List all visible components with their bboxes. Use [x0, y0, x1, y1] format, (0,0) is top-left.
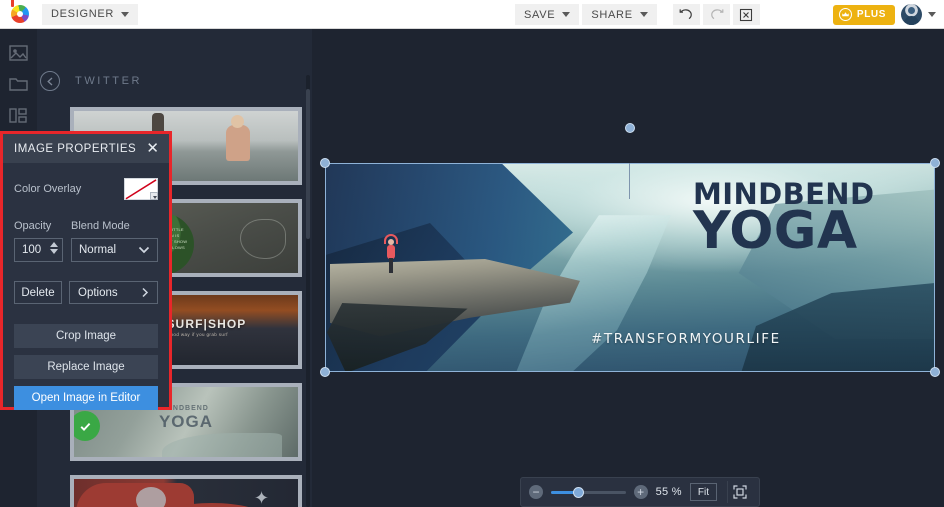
undo-arrow-icon — [679, 9, 692, 20]
designer-menu-label: DESIGNER — [51, 8, 115, 20]
image-properties-panel: IMAGE PROPERTIES ✕ Color Overlay Opacity… — [0, 131, 172, 410]
undo-button[interactable] — [672, 4, 700, 25]
zoom-out-button[interactable]: − — [529, 485, 543, 499]
zoom-slider-track[interactable] — [551, 486, 626, 498]
redo-arrow-icon — [710, 9, 724, 20]
resize-handle-bottom-right[interactable] — [930, 367, 940, 377]
account-chevron-down-icon[interactable] — [928, 12, 936, 17]
app-root: DESIGNER SAVE SHARE PLUS TWITTER LITTLE … — [0, 0, 944, 507]
folder-icon[interactable] — [8, 74, 29, 95]
stepper-down-icon[interactable] — [50, 249, 58, 254]
stepper-up-icon[interactable] — [50, 242, 58, 247]
redo-button[interactable] — [702, 4, 730, 25]
crown-badge-icon — [838, 8, 852, 21]
check-icon — [74, 411, 100, 441]
options-label: Options — [78, 286, 118, 299]
template-subtitle: YOGA — [158, 412, 214, 431]
delete-options-row: Delete Options — [3, 281, 169, 304]
blend-mode-label: Blend Mode — [71, 220, 130, 232]
opacity-value: 100 — [22, 244, 42, 256]
fit-screen-icon — [732, 485, 747, 499]
account-group: PLUS — [832, 4, 936, 25]
clear-canvas-button[interactable] — [732, 4, 760, 25]
share-label: SHARE — [591, 8, 633, 21]
banner-subtitle: YOGA — [693, 201, 858, 261]
sidebar-scrollbar-thumb[interactable] — [306, 89, 310, 239]
fit-button[interactable]: Fit — [689, 483, 717, 501]
blend-mode-select[interactable]: Normal — [71, 238, 158, 262]
replace-image-button[interactable]: Replace Image — [14, 355, 158, 379]
center-toolbar-group: SAVE SHARE — [515, 4, 760, 25]
zoom-toolbar: − + 55 % Fit — [520, 477, 760, 507]
user-avatar[interactable] — [901, 4, 922, 25]
image-properties-header: IMAGE PROPERTIES ✕ — [3, 134, 169, 163]
image-icon[interactable] — [8, 43, 29, 64]
banner-image-object[interactable]: MINDBEND YOGA #TRANSFORMYOURLIFE — [325, 163, 935, 372]
opacity-blend-labels: Opacity Blend Mode — [3, 220, 169, 232]
yoga-figure — [384, 234, 398, 273]
zoom-in-button[interactable]: + — [633, 485, 648, 499]
resize-handle-top-right[interactable] — [930, 158, 940, 168]
designer-menu-button[interactable]: DESIGNER — [42, 3, 139, 25]
panel-title: IMAGE PROPERTIES — [14, 142, 137, 155]
fit-screen-button[interactable] — [727, 481, 751, 503]
plus-upgrade-badge[interactable]: PLUS — [832, 4, 895, 25]
top-toolbar: DESIGNER SAVE SHARE PLUS — [0, 0, 944, 29]
plus-label: PLUS — [856, 9, 886, 20]
zoom-slider-knob[interactable] — [573, 486, 585, 498]
rotation-stem — [629, 163, 630, 199]
delete-box-icon — [740, 8, 753, 21]
canvas-area[interactable]: MINDBEND YOGA #TRANSFORMYOURLIFE − + 55 … — [312, 29, 944, 507]
chevron-right-icon — [142, 287, 149, 298]
chevron-down-icon[interactable] — [150, 192, 158, 200]
delete-button[interactable]: Delete — [14, 281, 62, 304]
options-button[interactable]: Options — [69, 281, 158, 304]
color-overlay-swatch[interactable] — [124, 178, 158, 200]
opacity-input[interactable]: 100 — [14, 238, 63, 262]
chevron-down-icon — [562, 12, 571, 17]
open-image-in-editor-button[interactable]: Open Image in Editor — [14, 386, 158, 410]
opacity-label: Opacity — [14, 220, 52, 232]
sparkle-icon: ✦ — [254, 488, 270, 507]
color-overlay-label: Color Overlay — [14, 183, 82, 195]
save-button[interactable]: SAVE — [515, 4, 580, 25]
rotate-handle[interactable] — [625, 123, 635, 133]
blend-mode-value: Normal — [79, 244, 117, 256]
app-logo[interactable] — [0, 0, 40, 23]
zoom-percent-label: 55 % — [655, 486, 682, 498]
color-wheel-logo-icon — [11, 0, 29, 23]
opacity-blend-fields: 100 Normal — [3, 238, 169, 262]
banner-tagline: #TRANSFORMYOURLIFE — [591, 331, 781, 347]
resize-handle-top-left[interactable] — [320, 158, 330, 168]
close-icon[interactable]: ✕ — [146, 141, 159, 156]
resize-handle-bottom-left[interactable] — [320, 367, 330, 377]
near-mountain-ridge — [735, 282, 935, 372]
layouts-grid-icon[interactable] — [8, 105, 29, 126]
share-button[interactable]: SHARE — [582, 4, 657, 25]
save-label: SAVE — [524, 8, 556, 21]
chevron-down-icon — [138, 246, 150, 254]
opacity-stepper[interactable] — [50, 242, 58, 254]
template-thumbnail[interactable]: ✦ Freddie's Classic Cars Restorations & … — [70, 475, 302, 507]
chevron-down-icon — [639, 12, 648, 17]
chevron-down-icon — [121, 11, 130, 17]
color-overlay-row: Color Overlay — [3, 178, 169, 200]
image-action-buttons: Crop Image Replace Image Open Image in E… — [3, 324, 169, 410]
crop-image-button[interactable]: Crop Image — [14, 324, 158, 348]
